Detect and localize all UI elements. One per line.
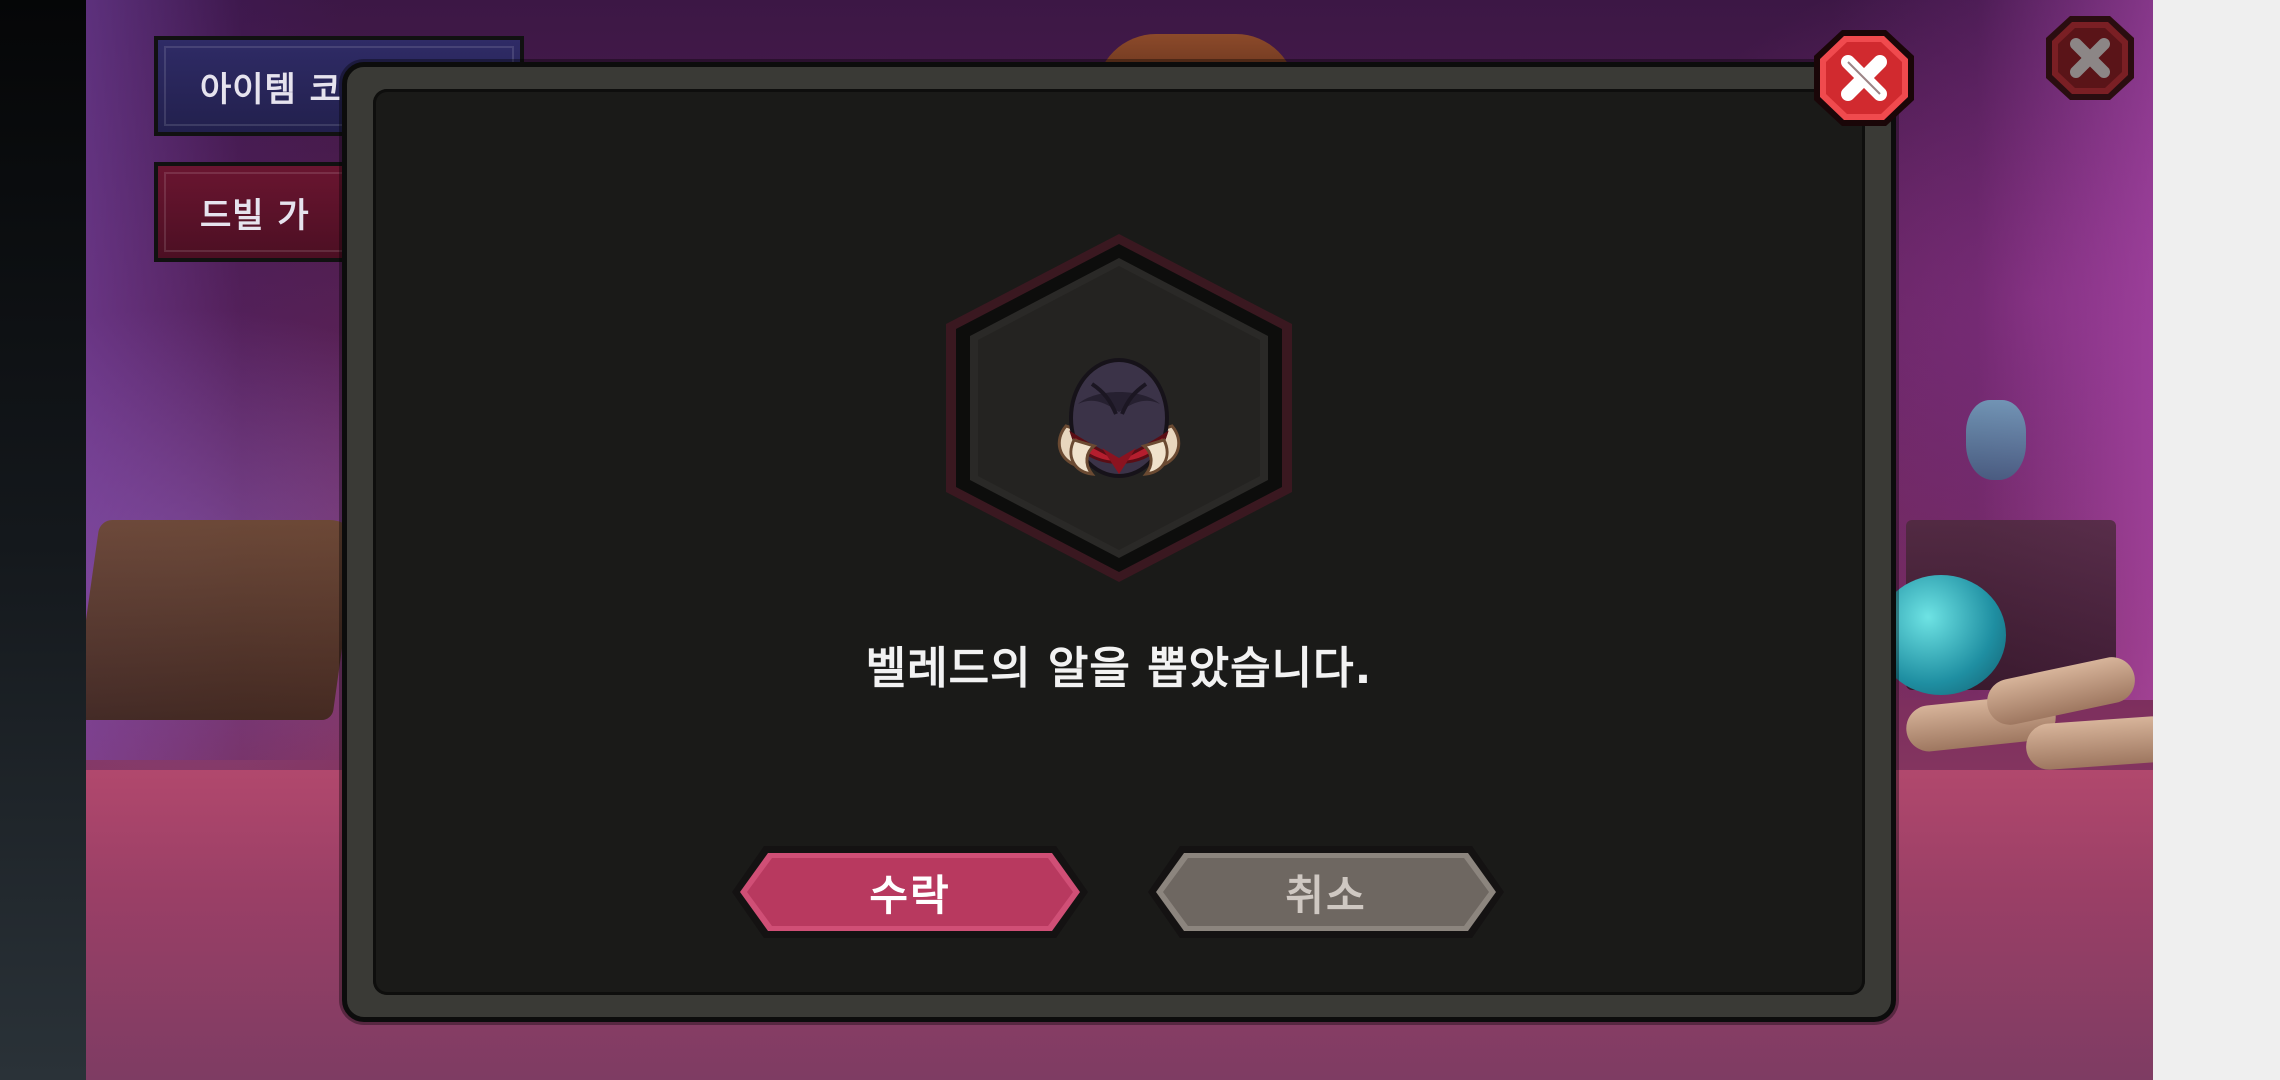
dark-egg-icon — [1057, 358, 1181, 478]
close-icon — [1814, 30, 1914, 126]
item-slot — [934, 228, 1304, 588]
reward-message: 벨레드의 알을 뽑았습니다. — [865, 643, 1373, 694]
dialog-close-button[interactable] — [1810, 26, 1918, 130]
left-system-bar — [0, 0, 86, 1080]
cancel-label: 취소 — [1285, 870, 1367, 920]
cancel-button[interactable]: 취소 — [1146, 844, 1506, 940]
spellbook-decoration — [86, 520, 361, 720]
right-system-strip — [2153, 0, 2280, 1080]
background-close-button[interactable] — [2042, 12, 2138, 104]
screen: 아이템 코 드빌 가 벨레드의 알을 뽑았습니다. 수락 취소 — [0, 0, 2280, 1080]
jar-decoration — [1966, 400, 2026, 480]
close-icon — [2046, 16, 2134, 100]
accept-label: 수락 — [869, 870, 951, 920]
scroll-decoration — [2024, 714, 2153, 772]
accept-button[interactable]: 수락 — [730, 844, 1090, 940]
